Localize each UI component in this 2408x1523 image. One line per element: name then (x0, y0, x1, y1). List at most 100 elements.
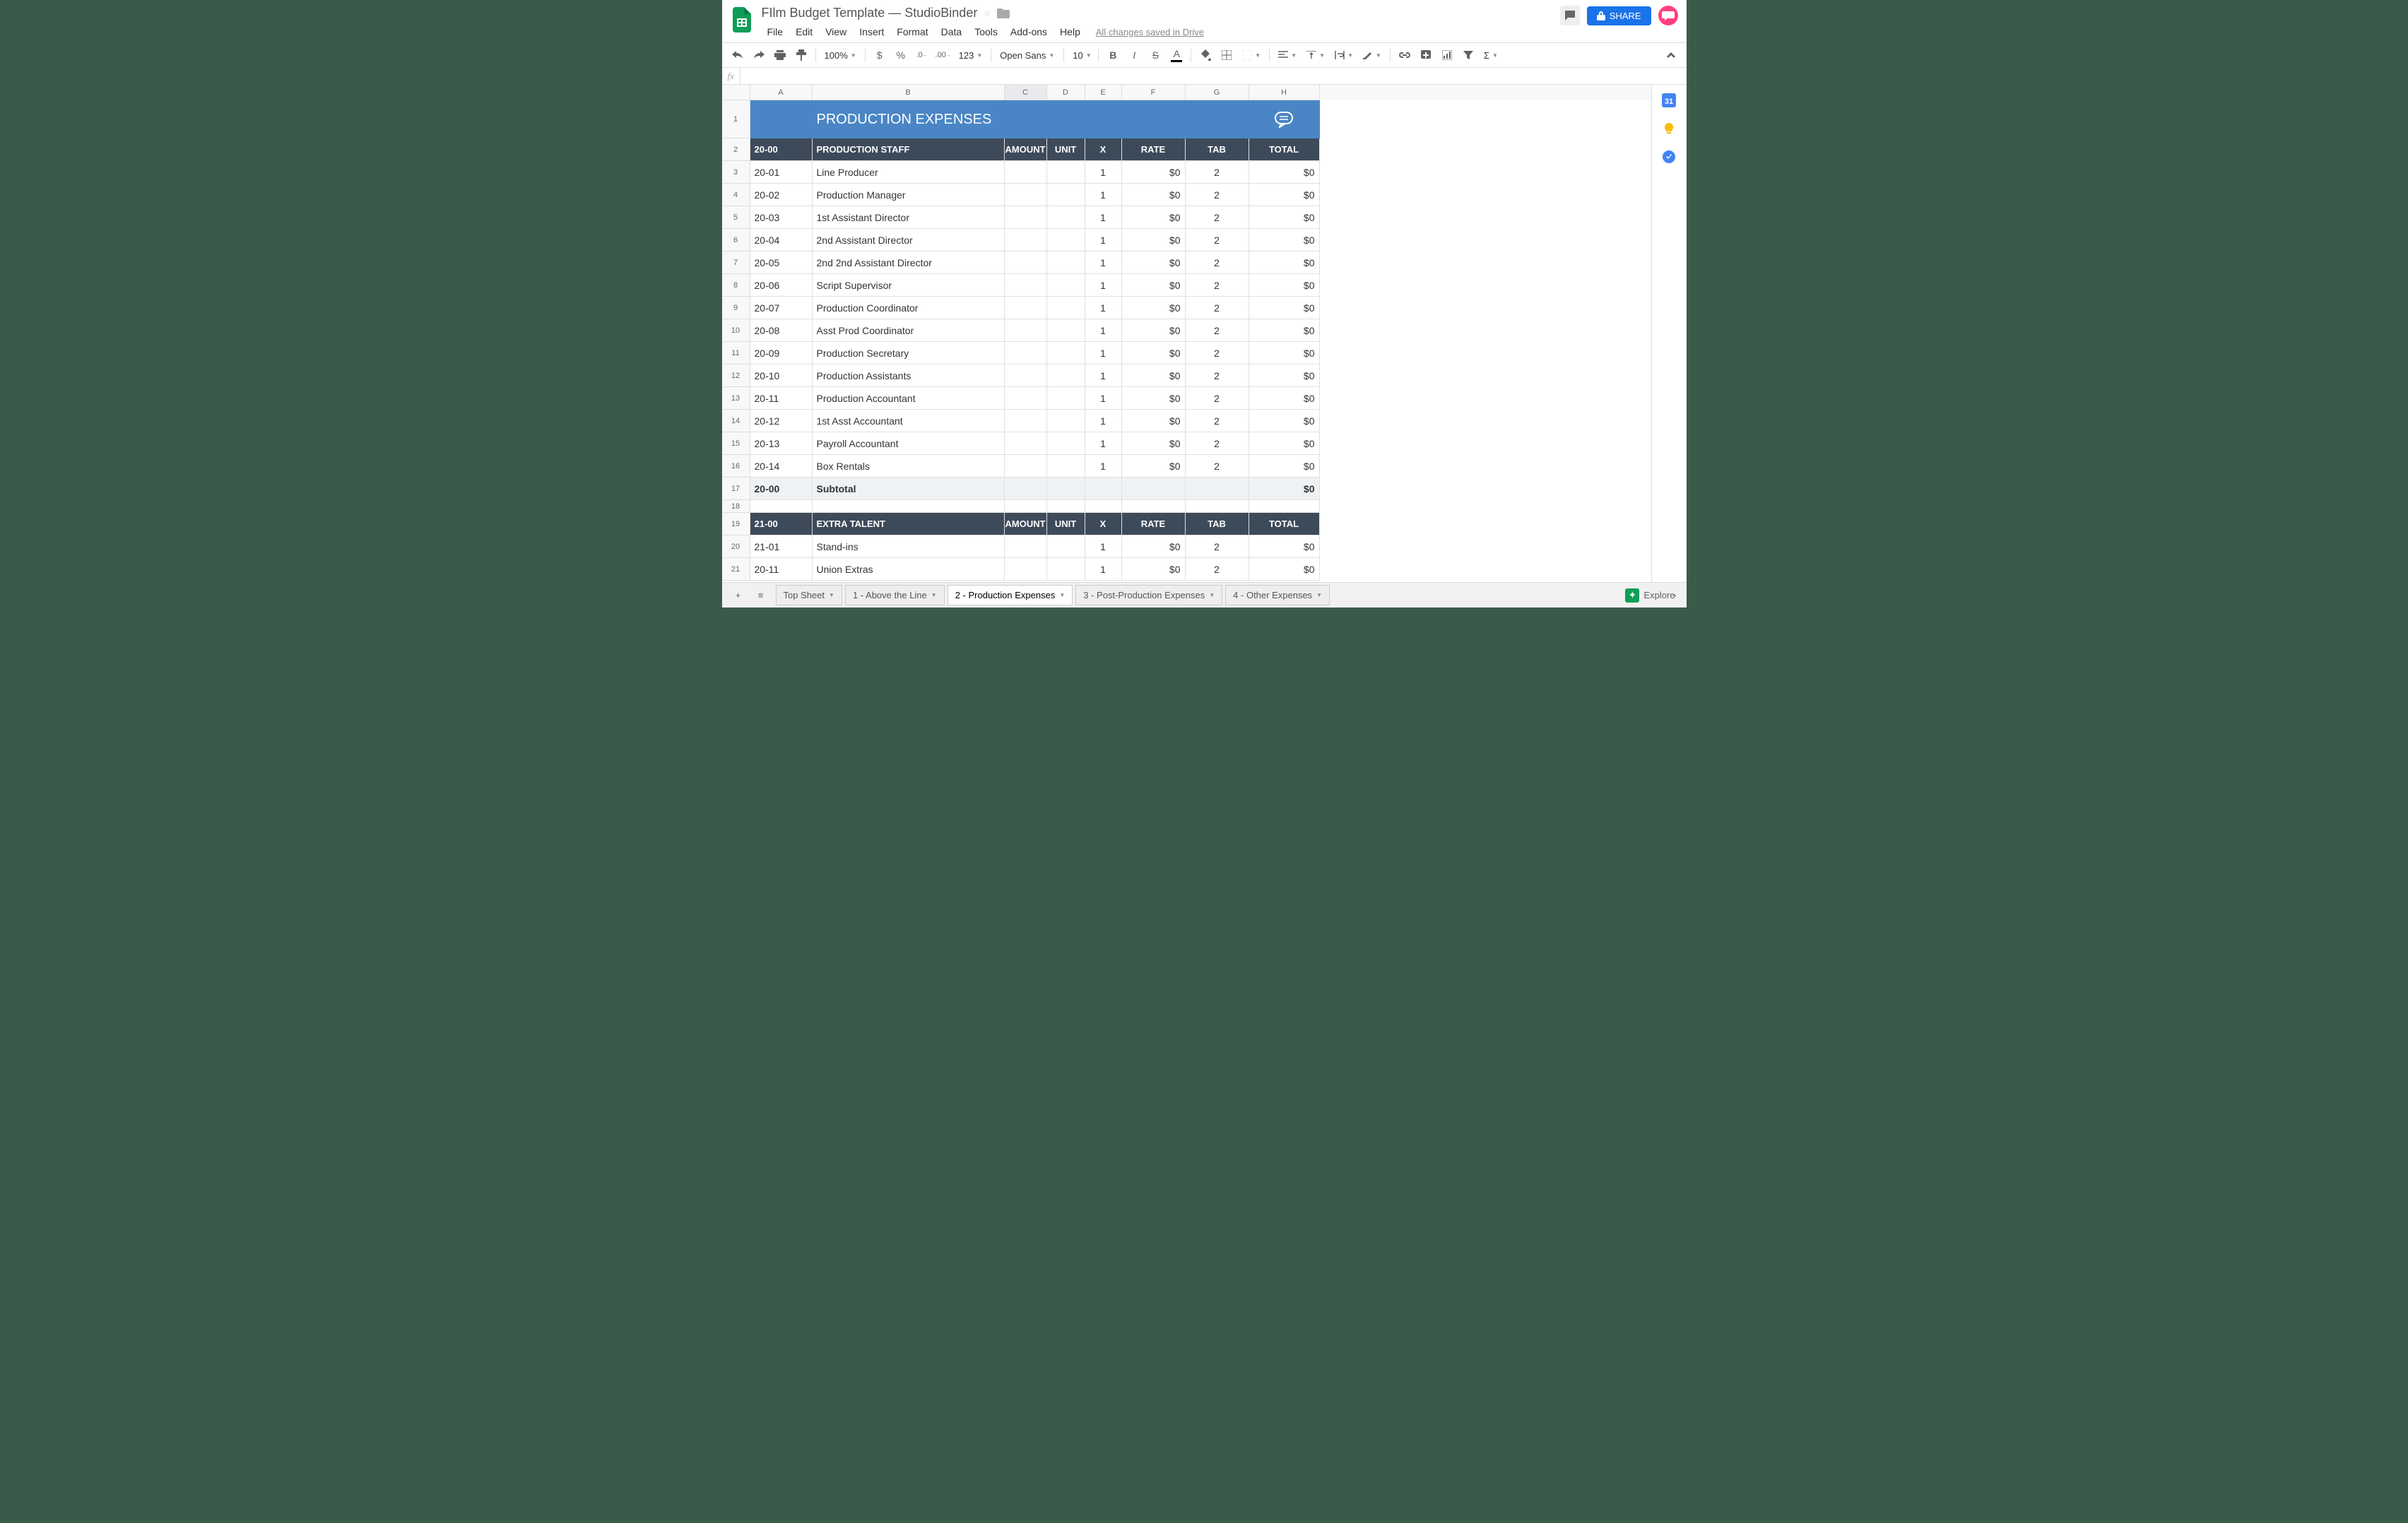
cell[interactable] (1005, 478, 1047, 500)
cell[interactable] (1047, 478, 1085, 500)
cell[interactable]: 1 (1085, 342, 1122, 365)
cell[interactable] (1005, 274, 1047, 297)
cell[interactable]: 1 (1085, 558, 1122, 581)
cell[interactable]: 1 (1085, 432, 1122, 455)
cell[interactable]: 21-00 (750, 513, 813, 535)
cell[interactable] (1047, 455, 1085, 478)
cell[interactable]: $0 (1122, 365, 1186, 387)
keep-icon[interactable] (1662, 122, 1676, 136)
row-header[interactable]: 6 (722, 229, 750, 251)
cell[interactable] (1005, 251, 1047, 274)
tasks-icon[interactable] (1662, 150, 1676, 164)
cell[interactable] (1085, 500, 1122, 513)
cell[interactable]: 1 (1085, 274, 1122, 297)
cell[interactable] (1005, 410, 1047, 432)
row-header[interactable]: 20 (722, 535, 750, 558)
functions-button[interactable]: Σ▼ (1480, 49, 1502, 62)
cell[interactable]: 1 (1085, 251, 1122, 274)
cell[interactable]: Union Extras (813, 558, 1005, 581)
cell[interactable]: TAB (1186, 138, 1249, 161)
cell[interactable] (1186, 478, 1249, 500)
chevron-down-icon[interactable]: ▼ (829, 592, 834, 598)
collapse-toolbar-button[interactable] (1661, 45, 1681, 65)
cell[interactable]: $0 (1249, 184, 1320, 206)
cell[interactable]: $0 (1249, 297, 1320, 319)
cell[interactable]: 2nd 2nd Assistant Director (813, 251, 1005, 274)
cell[interactable]: 20-07 (750, 297, 813, 319)
cell[interactable] (1005, 455, 1047, 478)
cell[interactable]: 20-03 (750, 206, 813, 229)
cell[interactable]: $0 (1249, 535, 1320, 558)
col-header-d[interactable]: D (1047, 85, 1085, 100)
cell[interactable]: Script Supervisor (813, 274, 1005, 297)
cell[interactable]: 2 (1186, 274, 1249, 297)
cell[interactable]: Box Rentals (813, 455, 1005, 478)
cell[interactable] (1005, 387, 1047, 410)
cell[interactable]: $0 (1122, 535, 1186, 558)
cell[interactable]: $0 (1249, 365, 1320, 387)
share-button[interactable]: SHARE (1587, 6, 1651, 25)
row-header[interactable]: 3 (722, 161, 750, 184)
row-header[interactable]: 13 (722, 387, 750, 410)
cell[interactable]: 20-01 (750, 161, 813, 184)
undo-button[interactable] (728, 45, 748, 65)
vertical-align-button[interactable]: ▼ (1302, 49, 1329, 61)
cell[interactable]: $0 (1249, 432, 1320, 455)
cell[interactable]: $0 (1122, 206, 1186, 229)
cell[interactable]: 2 (1186, 206, 1249, 229)
col-header-a[interactable]: A (750, 85, 813, 100)
chevron-down-icon[interactable]: ▼ (931, 592, 937, 598)
expand-side-panel-icon[interactable]: › (1673, 590, 1676, 600)
cell[interactable]: Stand-ins (813, 535, 1005, 558)
row-header[interactable]: 8 (722, 274, 750, 297)
increase-decimal-button[interactable]: .00→ (933, 45, 953, 65)
cell[interactable]: $0 (1122, 297, 1186, 319)
redo-button[interactable] (749, 45, 769, 65)
cell[interactable]: 20-13 (750, 432, 813, 455)
doc-title[interactable]: FIlm Budget Template — StudioBinder (762, 6, 978, 20)
cell[interactable]: UNIT (1047, 138, 1085, 161)
cell[interactable]: 20-00 (750, 478, 813, 500)
cell[interactable] (1005, 229, 1047, 251)
cell[interactable]: 21-01 (750, 535, 813, 558)
studiobinder-icon[interactable] (1658, 6, 1678, 25)
cell[interactable] (1047, 432, 1085, 455)
cell[interactable]: $0 (1122, 319, 1186, 342)
italic-button[interactable]: I (1124, 45, 1144, 65)
row-header[interactable]: 10 (722, 319, 750, 342)
cell[interactable]: Production Manager (813, 184, 1005, 206)
cell[interactable] (1047, 558, 1085, 581)
cell[interactable] (1005, 297, 1047, 319)
cell[interactable]: 2 (1186, 432, 1249, 455)
cell[interactable]: $0 (1249, 206, 1320, 229)
cell[interactable] (1249, 100, 1320, 138)
row-header[interactable]: 11 (722, 342, 750, 365)
cell[interactable]: 20-00 (750, 138, 813, 161)
cell[interactable]: 20-09 (750, 342, 813, 365)
cell[interactable]: 2 (1186, 535, 1249, 558)
cell[interactable]: $0 (1249, 455, 1320, 478)
cell[interactable]: AMOUNT (1005, 513, 1047, 535)
print-button[interactable] (770, 45, 790, 65)
cell[interactable]: 2 (1186, 365, 1249, 387)
cell[interactable]: $0 (1122, 161, 1186, 184)
cell[interactable] (1005, 206, 1047, 229)
cell[interactable]: 2 (1186, 229, 1249, 251)
row-header[interactable]: 14 (722, 410, 750, 432)
cell[interactable] (1005, 319, 1047, 342)
cell[interactable]: $0 (1249, 387, 1320, 410)
cell[interactable]: $0 (1249, 319, 1320, 342)
cell[interactable]: 1 (1085, 161, 1122, 184)
cell[interactable] (1005, 500, 1047, 513)
cell[interactable]: 1 (1085, 387, 1122, 410)
cell[interactable]: 20-08 (750, 319, 813, 342)
cell[interactable]: RATE (1122, 513, 1186, 535)
cell[interactable]: $0 (1249, 274, 1320, 297)
sheet-tab[interactable]: 2 - Production Expenses▼ (948, 585, 1073, 605)
move-folder-icon[interactable] (997, 8, 1010, 18)
cell[interactable]: Production Secretary (813, 342, 1005, 365)
horizontal-align-button[interactable]: ▼ (1274, 49, 1301, 61)
cell[interactable]: 1 (1085, 184, 1122, 206)
cell[interactable]: 20-11 (750, 558, 813, 581)
cell[interactable]: $0 (1122, 184, 1186, 206)
